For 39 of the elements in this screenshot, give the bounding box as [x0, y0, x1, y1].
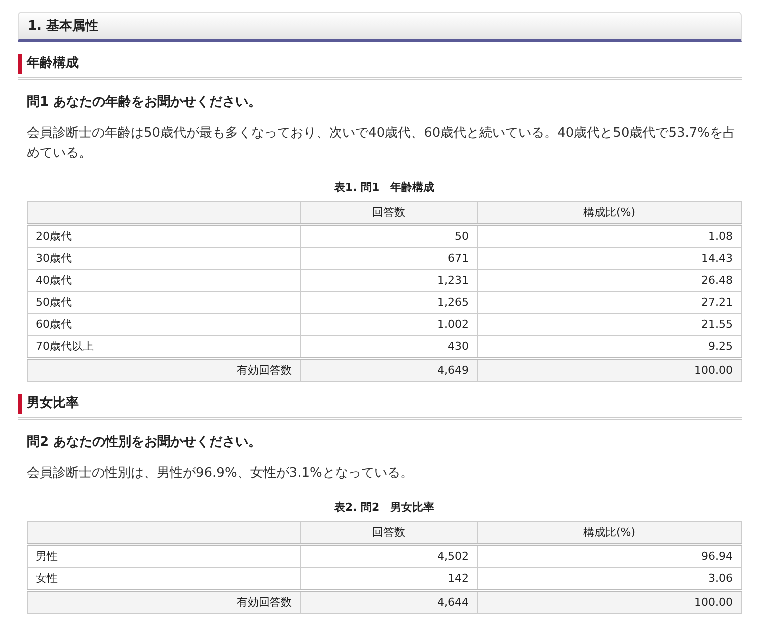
table-cell: 4,502	[300, 544, 478, 568]
subsection-heading: 男女比率	[27, 394, 79, 413]
column-header: 回答数	[300, 522, 478, 544]
table-cell: 1,231	[300, 270, 478, 292]
column-header: 構成比(%)	[478, 522, 742, 544]
table-cell: 671	[300, 248, 478, 270]
subsection-heading: 年齢構成	[27, 55, 79, 73]
table-cell: 14.43	[478, 248, 742, 270]
table-cell: 100.00	[478, 358, 742, 382]
question-text: 問2 あなたの性別をお聞かせください。	[27, 434, 263, 451]
table-cell: 50	[300, 224, 478, 248]
table-cell: 60歳代	[28, 314, 300, 336]
table-cell: 26.48	[478, 270, 742, 292]
table-cell: 有効回答数	[28, 358, 300, 382]
table-cell: 1.002	[300, 314, 478, 336]
question-text: 問1 あなたの年齢をお聞かせください。	[27, 94, 263, 111]
table-cell: 21.55	[478, 314, 742, 336]
table-cell: 27.21	[478, 292, 742, 314]
table-cell: 4,649	[300, 358, 478, 382]
table-cell: 100.00	[478, 590, 742, 614]
table-caption: 表1. 問1 年齢構成	[333, 180, 436, 195]
summary-text: 会員診断士の年齢は50歳代が最も多くなっており、次いで40歳代、60歳代と続いている。40歳代と50歳代で53.7%を占めている。	[27, 125, 738, 163]
table-cell: 96.94	[478, 544, 742, 568]
table-cell: 30歳代	[28, 248, 300, 270]
table-cell: 有効回答数	[28, 590, 300, 614]
column-header: 構成比(%)	[478, 202, 742, 224]
column-header: 回答数	[300, 202, 478, 224]
heading-marker	[18, 54, 22, 74]
table-cell: 50歳代	[28, 292, 300, 314]
summary-text: 会員診断士の性別は、男性が96.9%、女性が3.1%となっている。	[27, 465, 414, 483]
table-cell: 男性	[28, 544, 300, 568]
table-cell: 1.08	[478, 224, 742, 248]
table-cell: 1,265	[300, 292, 478, 314]
table-cell: 40歳代	[28, 270, 300, 292]
heading-marker	[18, 394, 22, 414]
section-title: 1. 基本属性	[18, 12, 742, 42]
table-caption: 表2. 問2 男女比率	[333, 500, 436, 515]
table-cell: 20歳代	[28, 224, 300, 248]
table-cell: 4,644	[300, 590, 478, 614]
